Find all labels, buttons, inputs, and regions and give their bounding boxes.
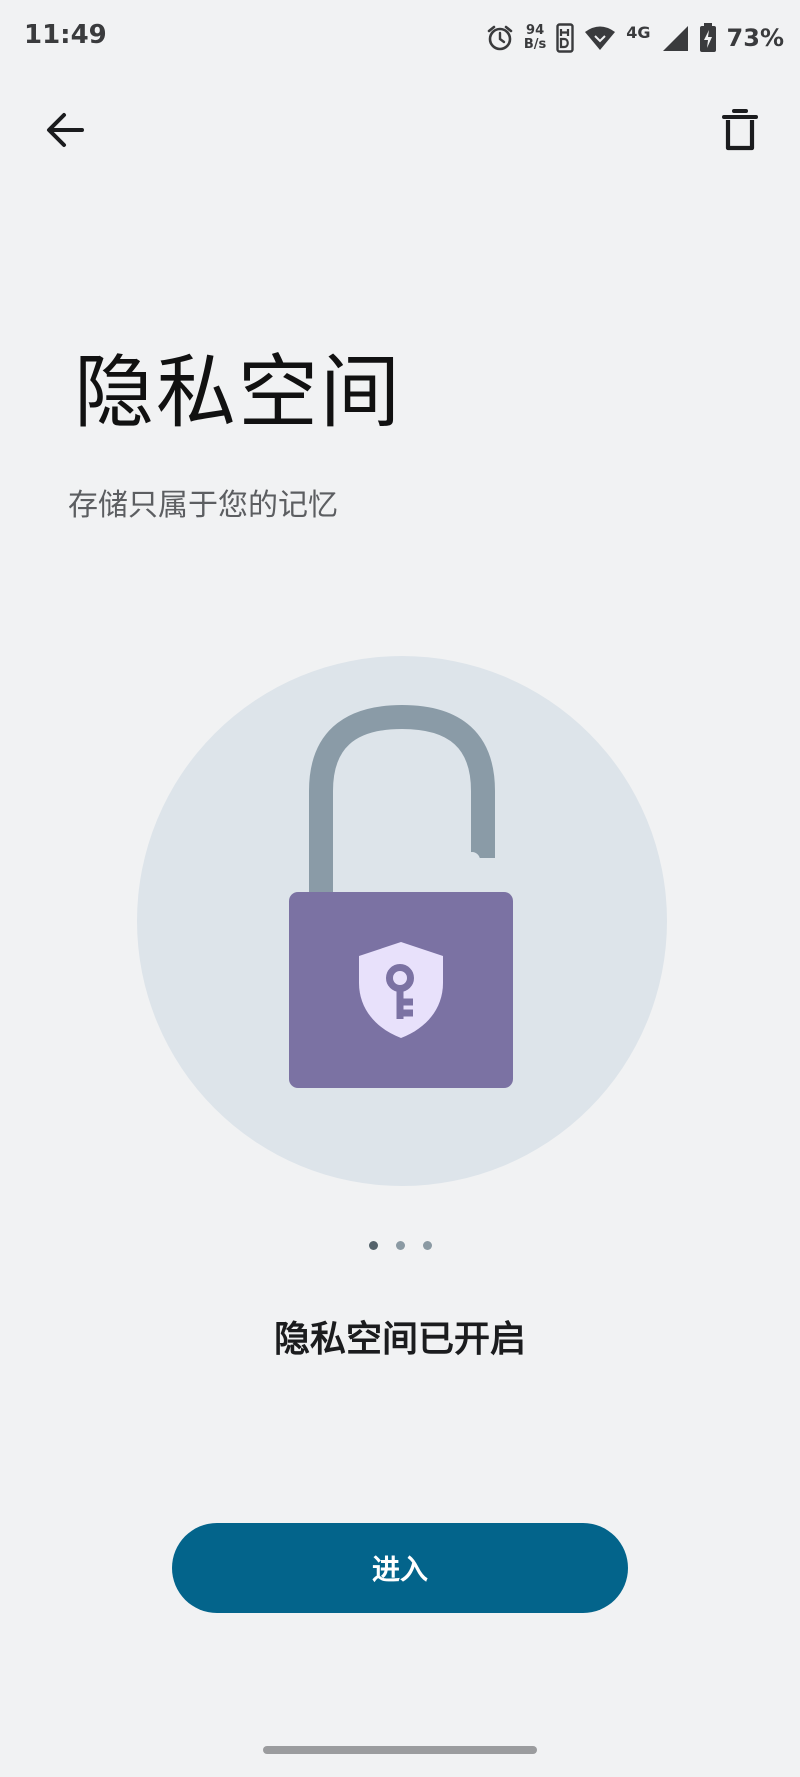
battery-charging-icon: [699, 23, 716, 52]
network-type: 4G: [626, 22, 651, 42]
home-indicator[interactable]: [263, 1746, 537, 1754]
status-bar: 11:49 94 B/s 4G 73%: [0, 0, 800, 76]
privacy-status-text: 隐私空间已开启: [273, 1319, 526, 1360]
page-dot-3: [422, 1241, 432, 1250]
wifi-icon: [585, 26, 616, 50]
status-time: 11:49: [24, 20, 107, 50]
net-speed-unit: B/s: [523, 37, 547, 52]
page-indicator: [0, 1241, 800, 1250]
status-icons: 94 B/s 4G 73%: [486, 18, 784, 58]
trash-icon: [722, 109, 758, 151]
page-dot-1: [368, 1241, 378, 1250]
page-dot-2: [395, 1241, 405, 1250]
page-subtitle: 存储只属于您的记忆: [68, 488, 338, 523]
delete-button[interactable]: [710, 100, 770, 160]
padlock-illustration: [137, 656, 667, 1186]
net-speed: 94 B/s: [524, 24, 546, 52]
top-app-bar: [0, 90, 800, 170]
alarm-icon: [487, 25, 513, 51]
back-button[interactable]: [30, 100, 100, 160]
enter-button[interactable]: 进入: [172, 1523, 628, 1613]
shackle-notch: [464, 852, 480, 868]
page-title: 隐私空间: [74, 346, 402, 439]
net-speed-value: 94: [526, 23, 545, 38]
battery-percent: 73%: [726, 24, 784, 52]
arrow-left-icon: [47, 113, 84, 147]
signal-icon: [662, 26, 688, 51]
volte-icon: [556, 23, 574, 53]
